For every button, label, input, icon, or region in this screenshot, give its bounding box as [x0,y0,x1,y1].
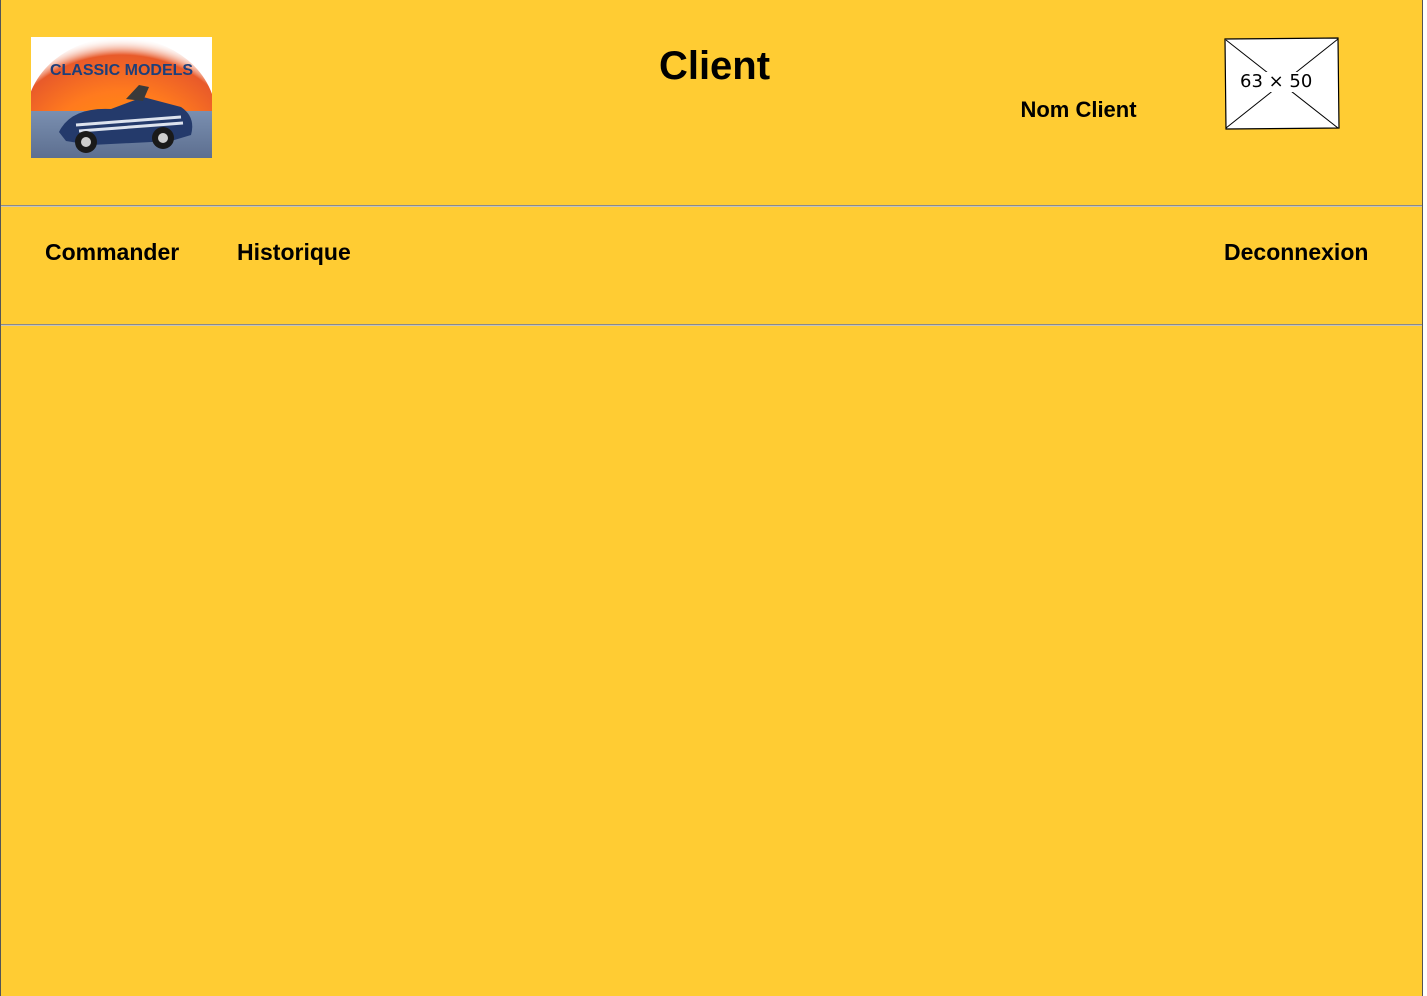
nav-commander-link[interactable]: Commander [45,239,179,266]
page-title: Client [658,44,771,88]
nav-divider [1,324,1422,326]
image-placeholder: 63 × 50 [1223,37,1341,130]
main-content [1,327,1422,996]
app-frame: CLASSIC MODELS Client Nom Client 63 × 50… [0,0,1423,996]
client-name: Nom Client [1020,97,1137,122]
logo-text: CLASSIC MODELS [49,62,194,79]
placeholder-size-label: 63 × 50 [1237,72,1316,92]
logout-link[interactable]: Deconnexion [1224,239,1368,266]
nav-historique-link[interactable]: Historique [237,239,351,266]
classic-models-logo: CLASSIC MODELS [31,37,212,158]
header-divider [1,205,1422,207]
